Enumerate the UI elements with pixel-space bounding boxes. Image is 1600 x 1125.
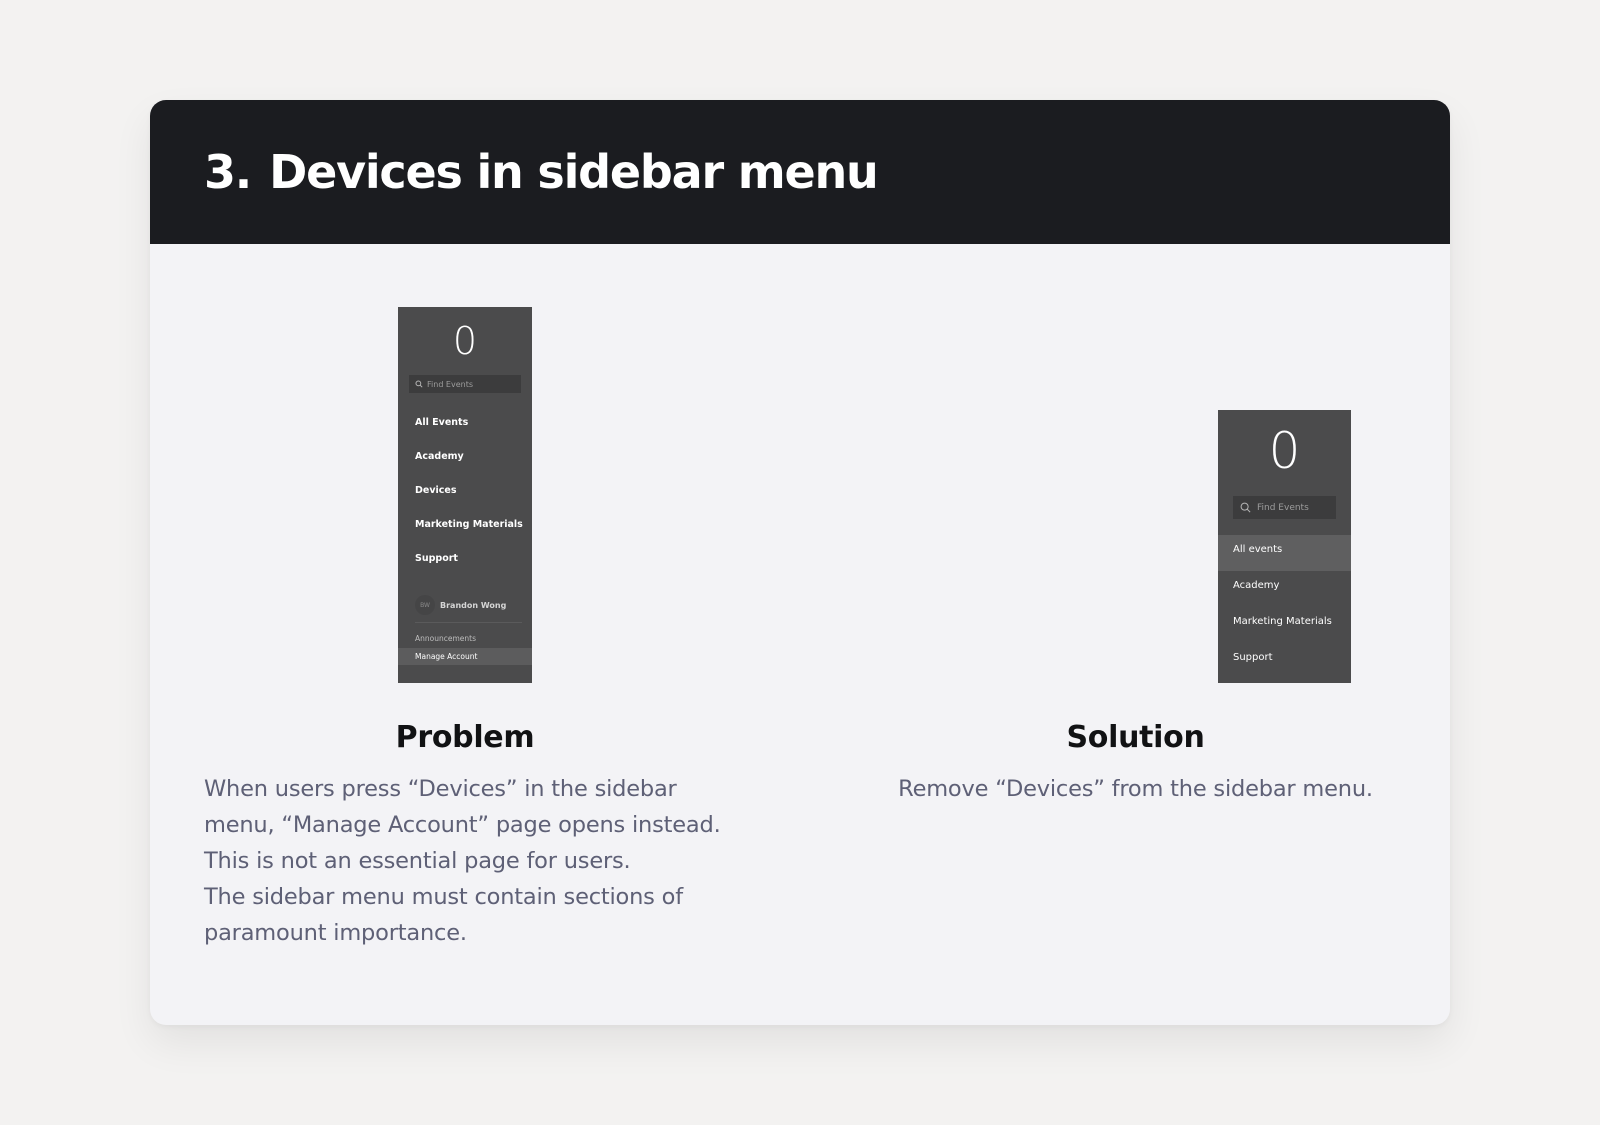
problem-description: When users press “Devices” in the sideba… [204,771,764,951]
sidebar-item-support: Support [1233,652,1273,663]
problem-column: 0 Find Events All Events Academy Devices… [150,244,800,1025]
sidebar-item-academy: Academy [415,451,464,462]
search-field: Find Events [1233,496,1336,519]
sidebar-item-all-events: All events [1218,535,1351,571]
solution-column: 0 Find Events All events Academy Marketi… [800,244,1450,1025]
submenu-item-cut-off [398,665,532,673]
problem-line: The sidebar menu must contain sections o… [204,884,683,910]
solution-line: Remove “Devices” from the sidebar menu. [898,776,1373,802]
problem-line: menu, “Manage Account” page opens instea… [204,812,721,838]
problem-line: paramount importance. [204,920,467,946]
slide-title: 3. Devices in sidebar menu [204,145,879,199]
sidebar-item-devices: Devices [415,485,457,496]
solution-sidebar-mockup: 0 Find Events All events Academy Marketi… [1218,410,1351,683]
search-placeholder: Find Events [1257,502,1309,513]
search-field: Find Events [409,375,521,393]
problem-heading: Problem [395,720,535,755]
slide-card: 3. Devices in sidebar menu 0 Find Events… [150,100,1450,1025]
slide-header: 3. Devices in sidebar menu [150,100,1450,244]
user-name: Brandon Wong [440,600,507,610]
solution-heading: Solution [1066,720,1205,755]
problem-line: When users press “Devices” in the sideba… [204,776,677,802]
divider [415,622,522,623]
sidebar-item-marketing-materials: Marketing Materials [415,519,523,530]
app-logo: 0 [452,319,478,363]
slide-title-text: Devices in sidebar menu [269,145,879,199]
search-placeholder: Find Events [427,379,474,389]
problem-sidebar-mockup: 0 Find Events All Events Academy Devices… [398,307,532,683]
sidebar-item-support: Support [415,553,458,564]
search-icon [1240,502,1251,513]
app-logo: 0 [1268,422,1301,480]
sidebar-menu: All events Academy Marketing Materials S… [1218,535,1351,679]
search-icon [415,380,423,388]
submenu-item-announcements: Announcements [415,634,476,643]
sidebar-menu: All Events Academy Devices Marketing Mat… [398,406,532,576]
submenu-item-manage-account: Manage Account [398,648,532,665]
slide-number: 3. [204,145,252,199]
sidebar-item-marketing-materials: Marketing Materials [1233,616,1332,627]
account-row: BW Brandon Wong [398,595,532,615]
avatar: BW [415,595,435,615]
solution-description: Remove “Devices” from the sidebar menu. [800,771,1450,807]
problem-line: This is not an essential page for users. [204,848,631,874]
sidebar-item-all-events: All Events [415,417,469,428]
sidebar-item-academy: Academy [1233,580,1280,591]
